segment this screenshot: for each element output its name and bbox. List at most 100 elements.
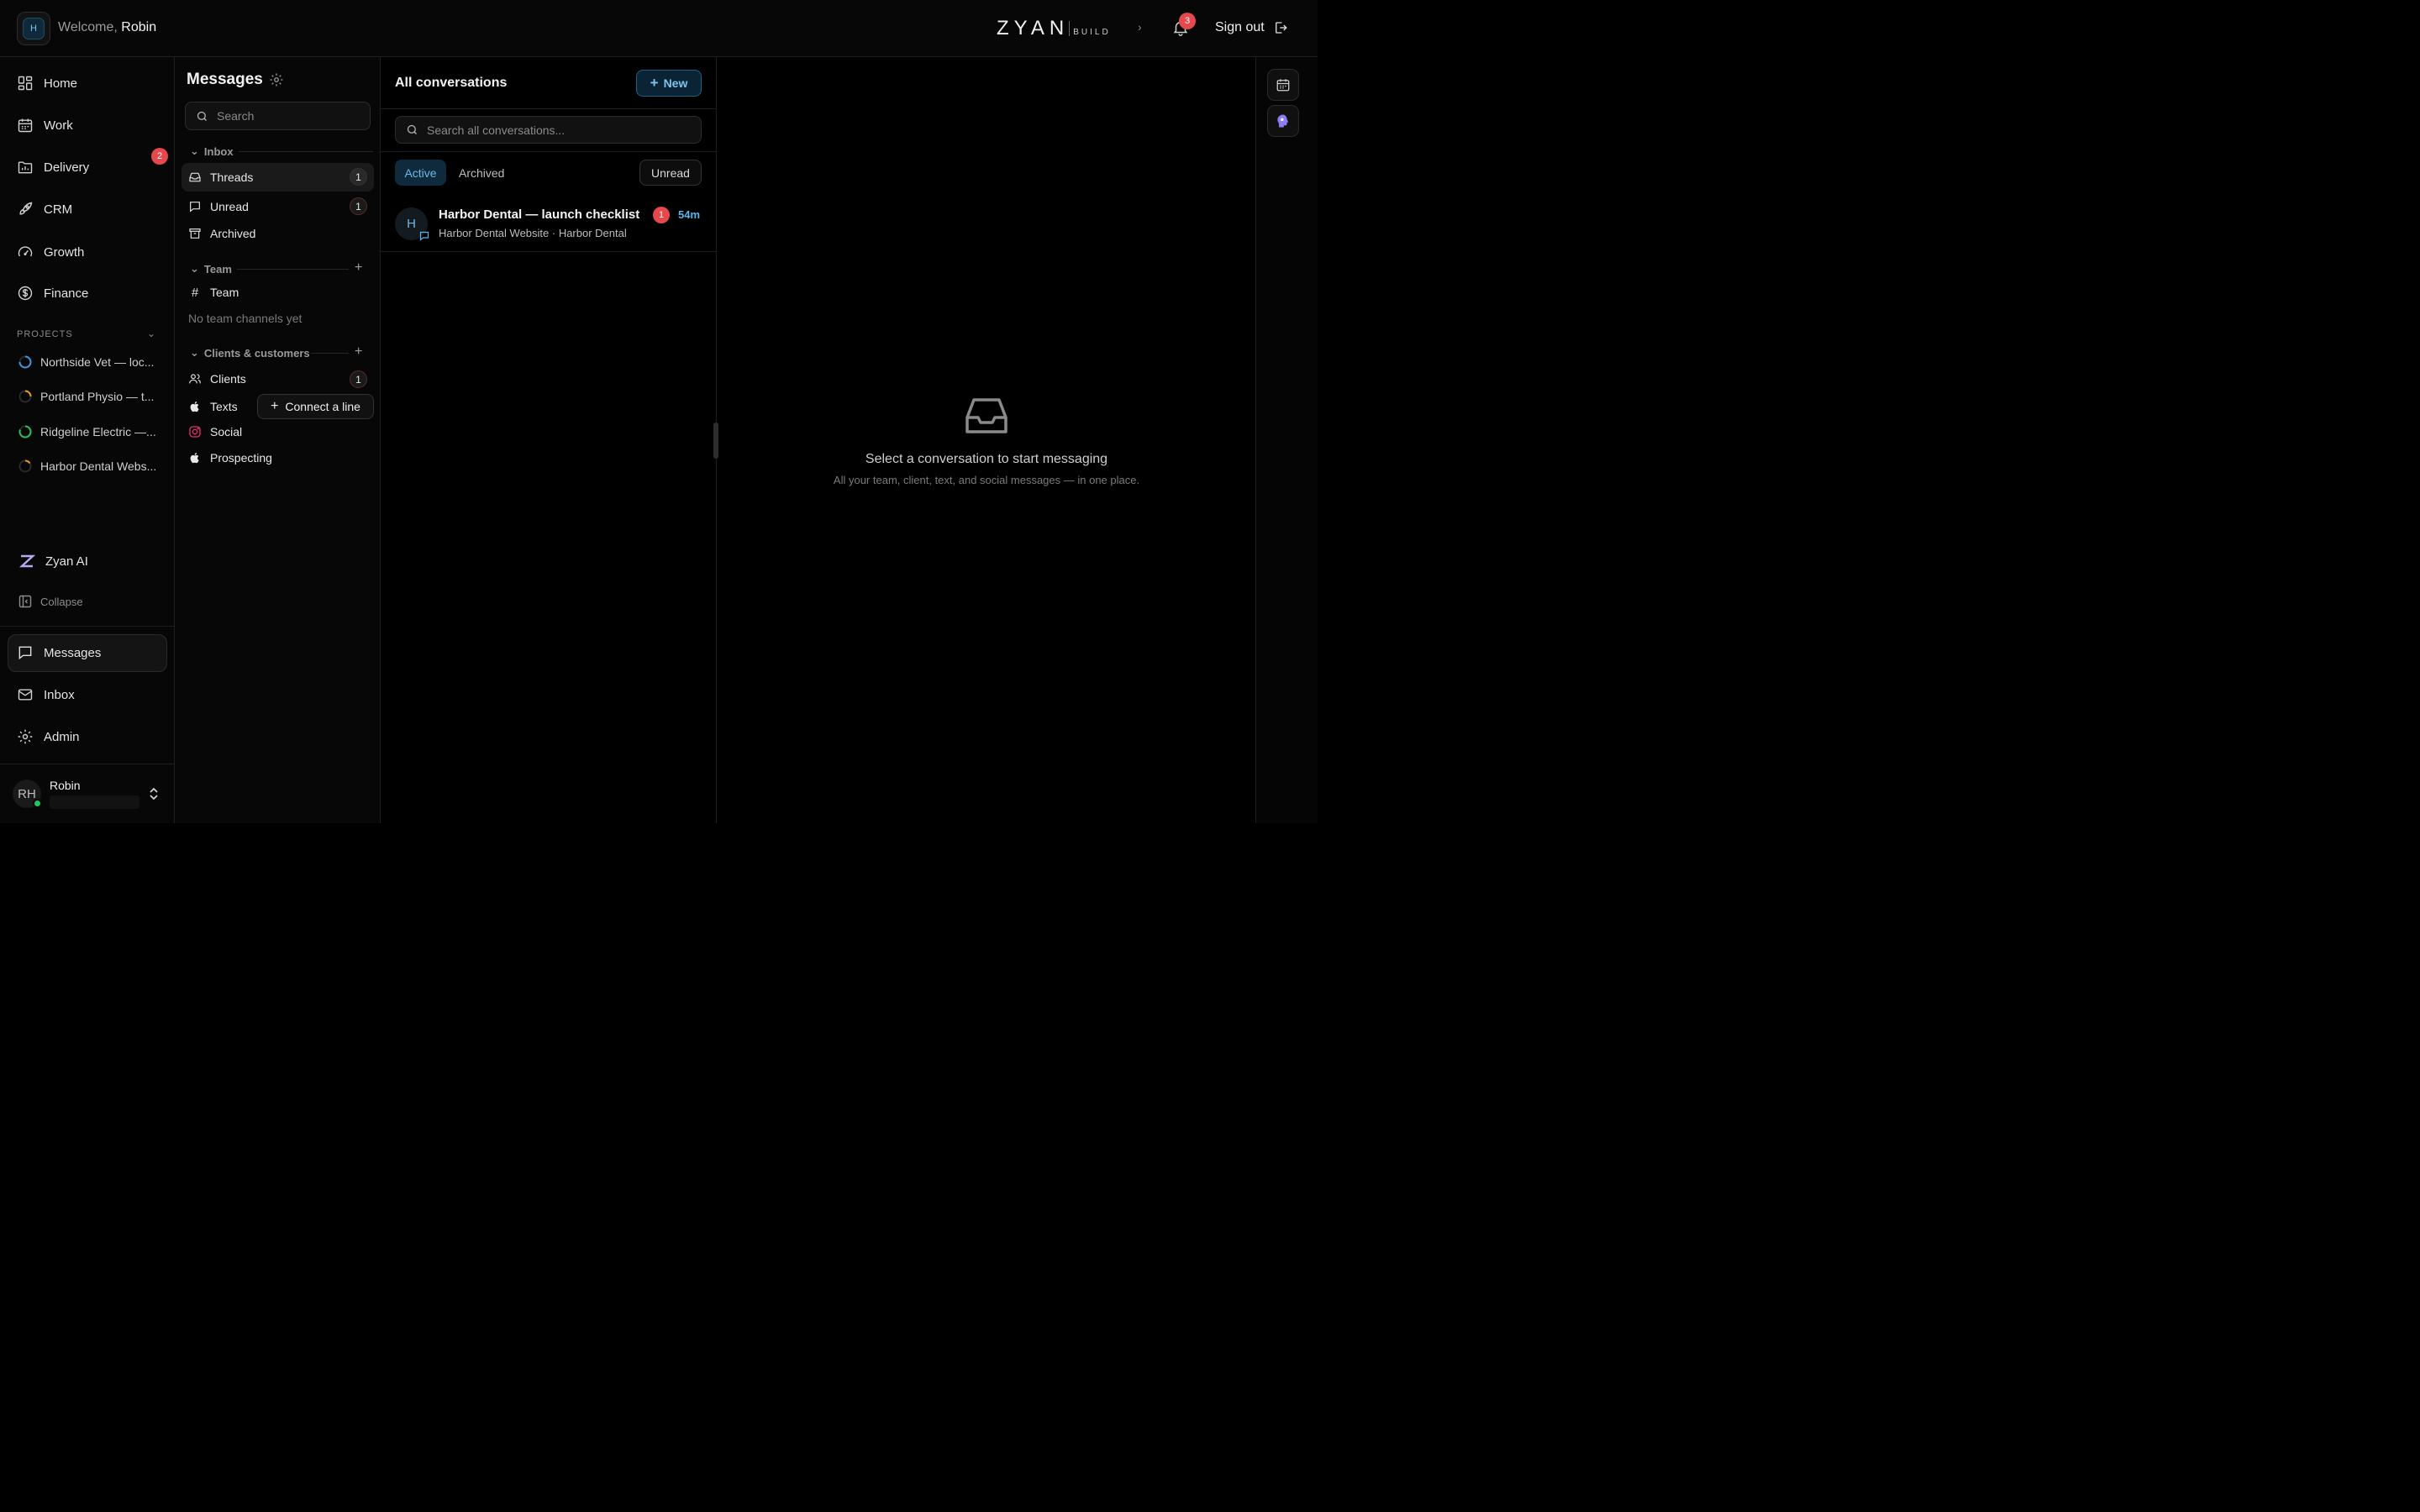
tab-archived[interactable]: Archived bbox=[459, 160, 504, 186]
inbox-item-threads[interactable]: Threads bbox=[188, 169, 253, 186]
inbox-section-header[interactable]: ⌄ Inbox bbox=[190, 144, 234, 158]
project-item[interactable]: Ridgeline Electric —... bbox=[18, 423, 156, 440]
project-item[interactable]: Northside Vet — loc... bbox=[18, 354, 154, 370]
apple-icon bbox=[190, 402, 199, 412]
calendar-icon bbox=[18, 118, 33, 133]
online-status-dot bbox=[33, 799, 42, 808]
archive-icon bbox=[189, 228, 201, 239]
mail-icon bbox=[18, 689, 33, 701]
app-root: H Welcome, Robin ZYAN BUILD › 3 Sign out bbox=[0, 0, 1318, 823]
team-section-header[interactable]: ⌄ Team bbox=[190, 262, 232, 276]
chevron-down-icon: ⌄ bbox=[190, 262, 199, 275]
conversation-row[interactable]: H Harbor Dental — launch checklist Harbo… bbox=[381, 195, 717, 252]
ai-assistant-button[interactable] bbox=[1267, 105, 1299, 137]
sidebar-label-admin: Admin bbox=[44, 729, 80, 744]
project-item[interactable]: Portland Physio — t... bbox=[18, 388, 154, 405]
count-badge: 1 bbox=[350, 370, 367, 388]
chevron-right-icon[interactable]: › bbox=[1138, 20, 1142, 34]
sidebar-item-work[interactable]: Work bbox=[17, 113, 73, 138]
add-client-channel-button[interactable]: + bbox=[355, 344, 362, 360]
new-conversation-button[interactable]: + New bbox=[636, 70, 702, 97]
client-item-label: Prospecting bbox=[210, 451, 272, 465]
project-name: Northside Vet — loc... bbox=[40, 355, 155, 369]
right-rail bbox=[1255, 57, 1318, 823]
sidebar-item-admin[interactable]: Admin bbox=[17, 724, 80, 749]
unread-filter-button[interactable]: Unread bbox=[639, 160, 702, 186]
connect-line-label: Connect a line bbox=[285, 400, 360, 413]
sidebar-label-home: Home bbox=[44, 76, 78, 91]
sidebar-item-finance[interactable]: Finance bbox=[17, 281, 88, 306]
plus-icon: + bbox=[271, 399, 279, 413]
sidebar-divider bbox=[0, 626, 175, 627]
client-item-label: Clients bbox=[210, 372, 246, 386]
conversation-meta: Harbor Dental Website · Harbor Dental bbox=[439, 227, 627, 239]
brand-logo[interactable]: ZYAN BUILD bbox=[997, 17, 1111, 40]
sidebar-item-delivery[interactable]: Delivery bbox=[17, 155, 89, 180]
team-channel-item[interactable]: # Team bbox=[188, 284, 239, 301]
inbox-item-label: Threads bbox=[210, 171, 254, 184]
search-conversations-input[interactable]: Search all conversations... bbox=[395, 116, 702, 144]
inbox-item-label: Archived bbox=[210, 227, 256, 240]
tab-active[interactable]: Active bbox=[395, 160, 446, 186]
chevron-down-icon[interactable]: ⌄ bbox=[147, 328, 155, 339]
conversation-list-panel: All conversations + New Search all conve… bbox=[381, 57, 717, 823]
top-bar: H Welcome, Robin ZYAN BUILD › 3 Sign out bbox=[0, 0, 1318, 57]
brain-head-icon bbox=[1277, 114, 1289, 128]
client-item-social[interactable]: Social bbox=[188, 423, 242, 440]
project-name: Harbor Dental Webs... bbox=[40, 459, 157, 473]
search-input[interactable]: Search bbox=[185, 102, 371, 130]
sidebar-item-home[interactable]: Home bbox=[17, 71, 77, 96]
count-badge: 1 bbox=[350, 197, 367, 215]
inbox-item-archived[interactable]: Archived bbox=[188, 225, 255, 242]
clients-section-header[interactable]: ⌄ Clients & customers bbox=[190, 346, 310, 360]
notification-badge: 3 bbox=[1179, 13, 1196, 29]
connect-line-button[interactable]: + Connect a line bbox=[257, 394, 374, 419]
brand-sub: BUILD bbox=[1073, 27, 1111, 37]
search-placeholder: Search all conversations... bbox=[427, 123, 566, 137]
sidebar-label-growth: Growth bbox=[44, 244, 85, 260]
chat-bubble-icon bbox=[190, 202, 200, 213]
brand-word: ZYAN bbox=[997, 17, 1070, 39]
chat-icon bbox=[18, 646, 32, 660]
project-name: Ridgeline Electric —... bbox=[40, 425, 156, 438]
dashboard-icon bbox=[18, 76, 33, 91]
workspace-switcher[interactable]: H bbox=[17, 12, 50, 45]
collapse-button[interactable]: Collapse bbox=[18, 595, 83, 608]
inbox-tray-icon bbox=[965, 398, 1007, 433]
search-icon bbox=[197, 111, 207, 121]
unread-badge: 1 bbox=[653, 207, 670, 223]
left-sidebar: Home Work Delivery 2 CRM Growth Finance … bbox=[0, 57, 175, 823]
messages-panel: Messages Search ⌄ Inbox Threads 1 Unread… bbox=[175, 57, 381, 823]
inbox-item-unread[interactable]: Unread bbox=[188, 198, 249, 215]
inbox-header-label: Inbox bbox=[203, 144, 234, 158]
client-item-clients[interactable]: Clients bbox=[188, 370, 246, 387]
project-item[interactable]: Harbor Dental Webs... bbox=[18, 458, 156, 475]
calendar-button[interactable] bbox=[1267, 69, 1299, 101]
sidebar-item-crm[interactable]: CRM bbox=[17, 197, 72, 222]
clients-header-label: Clients & customers bbox=[203, 346, 310, 360]
dollar-icon bbox=[18, 286, 33, 301]
folder-chart-icon bbox=[18, 161, 33, 174]
sign-out-button[interactable]: Sign out bbox=[1215, 20, 1288, 35]
sidebar-label-inbox: Inbox bbox=[44, 687, 75, 702]
sidebar-item-growth[interactable]: Growth bbox=[17, 239, 84, 265]
chat-bubble-icon bbox=[419, 231, 429, 241]
welcome-name: Robin bbox=[121, 20, 157, 34]
new-label: New bbox=[663, 76, 688, 90]
sidebar-label-finance: Finance bbox=[44, 286, 89, 301]
sidebar-item-messages[interactable]: Messages bbox=[17, 640, 101, 665]
project-name: Portland Physio — t... bbox=[40, 390, 155, 403]
client-item-label: Texts bbox=[210, 400, 238, 413]
client-item-texts[interactable]: Texts bbox=[188, 398, 238, 415]
empty-state-subtitle: All your team, client, text, and social … bbox=[833, 474, 1140, 486]
settings-gear-icon[interactable] bbox=[269, 72, 284, 87]
add-team-channel-button[interactable]: + bbox=[355, 260, 362, 276]
zyan-logo-icon bbox=[18, 554, 35, 568]
client-item-prospecting[interactable]: Prospecting bbox=[188, 449, 272, 466]
sidebar-label-crm: CRM bbox=[44, 202, 73, 217]
chevron-updown-icon[interactable] bbox=[148, 786, 160, 804]
zyan-ai-button[interactable]: Zyan AI bbox=[18, 553, 88, 570]
sidebar-item-inbox[interactable]: Inbox bbox=[17, 682, 75, 707]
chevron-down-icon: ⌄ bbox=[190, 144, 199, 157]
progress-ring-icon bbox=[18, 390, 32, 403]
